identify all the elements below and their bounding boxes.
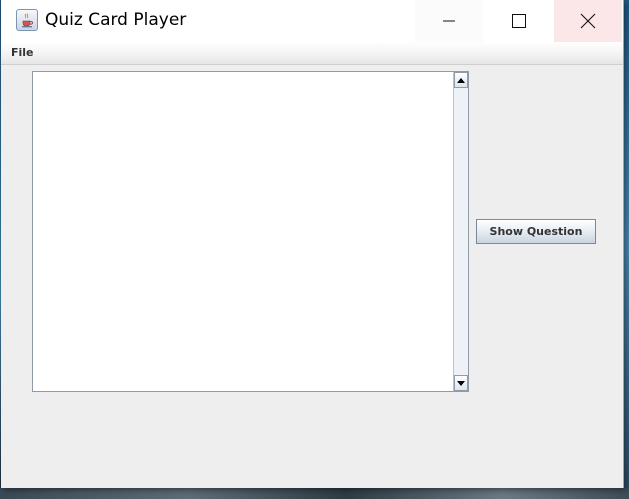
- minimize-button[interactable]: [415, 0, 483, 42]
- menu-bar: File: [1, 42, 623, 65]
- vertical-scrollbar[interactable]: [453, 72, 468, 391]
- window-title: Quiz Card Player: [45, 10, 187, 30]
- scroll-down-button[interactable]: [454, 375, 468, 391]
- show-question-button[interactable]: Show Question: [476, 219, 596, 244]
- close-button[interactable]: [554, 0, 622, 42]
- java-cup-icon: [16, 9, 38, 31]
- maximize-icon: [512, 14, 526, 28]
- maximize-button[interactable]: [485, 0, 553, 42]
- question-scroll-pane: [32, 71, 469, 392]
- minimize-icon: [443, 20, 455, 22]
- arrow-down-icon: [457, 380, 465, 386]
- scrollbar-track[interactable]: [454, 88, 468, 375]
- close-icon: [580, 13, 596, 29]
- desktop-background: [624, 0, 629, 488]
- scroll-up-button[interactable]: [454, 72, 468, 88]
- desktop-taskbar-edge: [0, 488, 629, 499]
- arrow-up-icon: [457, 77, 465, 83]
- title-bar[interactable]: Quiz Card Player: [1, 0, 623, 42]
- app-window: Quiz Card Player File Show Question: [1, 0, 624, 488]
- menu-file[interactable]: File: [11, 46, 34, 59]
- question-text-area[interactable]: [33, 72, 453, 391]
